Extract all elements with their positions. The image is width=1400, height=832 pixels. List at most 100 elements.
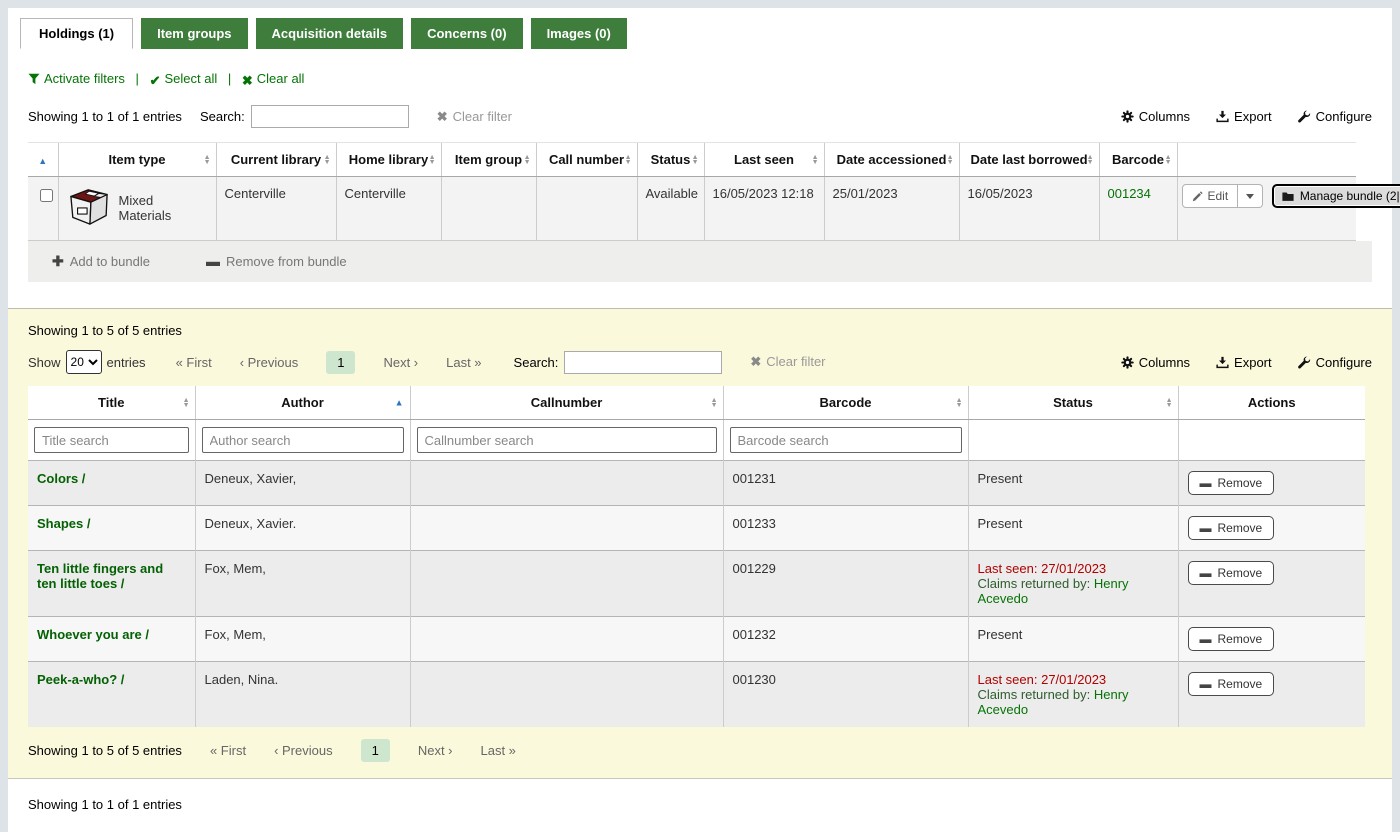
title-link[interactable]: Whoever you are / [37, 627, 149, 642]
author-cell: Deneux, Xavier, [195, 461, 410, 506]
item-type-cell: Mixed Materials [58, 177, 216, 241]
barcode-filter-cell [723, 420, 968, 461]
activate-filters-link[interactable]: Activate filters [28, 71, 125, 86]
remove-from-bundle-button[interactable]: ▬Remove from bundle [206, 253, 347, 270]
column-header-barcode[interactable]: Barcode▲▼ [1099, 143, 1177, 177]
claims-label: Claims returned by: [978, 687, 1091, 702]
select-column-header[interactable]: ▲ [28, 143, 58, 177]
barcode-search-input[interactable] [730, 427, 962, 453]
column-header-call-number[interactable]: Call number▲▼ [536, 143, 637, 177]
remove-button[interactable]: ▬Remove [1188, 627, 1275, 651]
column-header-date-accessioned[interactable]: Date accessioned▲▼ [824, 143, 959, 177]
column-header-status[interactable]: Status▲▼ [637, 143, 704, 177]
callnumber-filter-cell [410, 420, 723, 461]
barcode-link[interactable]: 001234 [1108, 186, 1151, 201]
select-all-link[interactable]: ✔Select all [150, 71, 218, 86]
author-search-input[interactable] [202, 427, 404, 453]
x-icon: ✖ [242, 73, 253, 89]
remove-button[interactable]: ▬Remove [1188, 471, 1275, 495]
previous-page-button[interactable]: ‹ Previous [240, 355, 299, 370]
holdings-search-input[interactable] [251, 105, 409, 128]
table-row: Ten little fingers and ten little toes /… [28, 551, 1365, 617]
first-page-button[interactable]: « First [176, 355, 212, 370]
select-cell [28, 177, 58, 241]
bundle-footer: Showing 1 to 5 of 5 entries « First ‹ Pr… [8, 727, 1392, 776]
export-button[interactable]: Export [1216, 355, 1272, 370]
column-header-status[interactable]: Status▲▼ [968, 386, 1178, 420]
actions-filter-cell [1178, 420, 1365, 461]
separator: | [228, 71, 231, 86]
pencil-icon [1192, 191, 1203, 202]
tab-holdings[interactable]: Holdings (1) [20, 18, 133, 49]
first-page-button[interactable]: « First [210, 743, 246, 758]
callnumber-search-input[interactable] [417, 427, 717, 453]
columns-button[interactable]: Columns [1121, 355, 1190, 370]
holdings-clear-filter[interactable]: ✖Clear filter [437, 109, 512, 125]
title-cell: Shapes / [28, 506, 195, 551]
callnumber-cell [410, 461, 723, 506]
column-header-title[interactable]: Title▲▼ [28, 386, 195, 420]
edit-button[interactable]: Edit [1182, 184, 1239, 208]
column-header-item-group[interactable]: Item group▲▼ [441, 143, 536, 177]
bundle-table-tools: Columns Export Configure [1121, 355, 1372, 370]
column-header-current-library[interactable]: Current library▲▼ [216, 143, 336, 177]
actions-cell: ▬Remove [1178, 551, 1365, 617]
sort-icon: ▲▼ [1087, 155, 1094, 165]
sort-icon: ▲▼ [947, 155, 954, 165]
last-page-button[interactable]: Last » [481, 743, 516, 758]
title-link[interactable]: Shapes / [37, 516, 90, 531]
next-page-button[interactable]: Next › [383, 355, 418, 370]
page-size-select[interactable]: 20 [66, 350, 102, 374]
tab-acquisition-details[interactable]: Acquisition details [256, 18, 404, 49]
next-page-button[interactable]: Next › [418, 743, 453, 758]
clear-all-link[interactable]: ✖Clear all [242, 71, 305, 86]
tab-images[interactable]: Images (0) [531, 18, 627, 49]
status-cell: Last seen: 27/01/2023 Claims returned by… [968, 662, 1178, 728]
title-link[interactable]: Colors / [37, 471, 85, 486]
title-link[interactable]: Ten little fingers and ten little toes / [37, 561, 163, 591]
configure-button[interactable]: Configure [1298, 109, 1372, 124]
column-header-author[interactable]: Author▲ [195, 386, 410, 420]
title-search-input[interactable] [34, 427, 189, 453]
table-row: Whoever you are / Fox, Mem, 001232 Prese… [28, 617, 1365, 662]
bundle-controls: Show 20 entries « First ‹ Previous 1 Nex… [8, 340, 1392, 386]
bundle-pagination-bottom: « First ‹ Previous 1 Next › Last » [210, 739, 516, 762]
bundle-search-input[interactable] [564, 351, 722, 374]
column-header-item-type[interactable]: Item type▲▼ [58, 143, 216, 177]
remove-button[interactable]: ▬Remove [1188, 672, 1275, 696]
item-type-label: Mixed Materials [119, 193, 208, 223]
remove-button[interactable]: ▬Remove [1188, 561, 1275, 585]
manage-bundle-button[interactable]: Manage bundle (2|3) [1272, 184, 1400, 208]
configure-button[interactable]: Configure [1298, 355, 1372, 370]
column-header-last-seen[interactable]: Last seen▲▼ [704, 143, 824, 177]
column-header-barcode[interactable]: Barcode▲▼ [723, 386, 968, 420]
current-page-button[interactable]: 1 [361, 739, 390, 762]
callnumber-cell [410, 506, 723, 551]
status-last-seen: Last seen: 27/01/2023 [978, 672, 1169, 687]
tab-item-groups[interactable]: Item groups [141, 18, 247, 49]
export-button[interactable]: Export [1216, 109, 1272, 124]
column-header-callnumber[interactable]: Callnumber▲▼ [410, 386, 723, 420]
content-panel: Holdings (1) Item groups Acquisition det… [8, 8, 1392, 832]
remove-button[interactable]: ▬Remove [1188, 516, 1275, 540]
holdings-info: Showing 1 to 1 of 1 entries [28, 109, 182, 124]
last-page-button[interactable]: Last » [446, 355, 481, 370]
current-page-button[interactable]: 1 [326, 351, 355, 374]
item-group-cell [441, 177, 536, 241]
bundle-info-top: Showing 1 to 5 of 5 entries [8, 309, 1392, 340]
edit-dropdown-button[interactable] [1238, 184, 1263, 208]
download-icon [1216, 110, 1229, 123]
bundle-clear-filter[interactable]: ✖Clear filter [750, 354, 825, 370]
minus-icon: ▬ [206, 253, 220, 269]
mixed-materials-box-icon [67, 186, 111, 229]
row-checkbox[interactable] [40, 189, 53, 202]
holdings-row: Mixed Materials Centerville Centerville … [28, 177, 1356, 241]
tab-concerns[interactable]: Concerns (0) [411, 18, 522, 49]
column-header-home-library[interactable]: Home library▲▼ [336, 143, 441, 177]
previous-page-button[interactable]: ‹ Previous [274, 743, 333, 758]
columns-button[interactable]: Columns [1121, 109, 1190, 124]
status-cell: Present [968, 461, 1178, 506]
title-link[interactable]: Peek-a-who? / [37, 672, 124, 687]
add-to-bundle-button[interactable]: ✚Add to bundle [52, 253, 150, 270]
column-header-date-last-borrowed[interactable]: Date last borrowed▲▼ [959, 143, 1099, 177]
